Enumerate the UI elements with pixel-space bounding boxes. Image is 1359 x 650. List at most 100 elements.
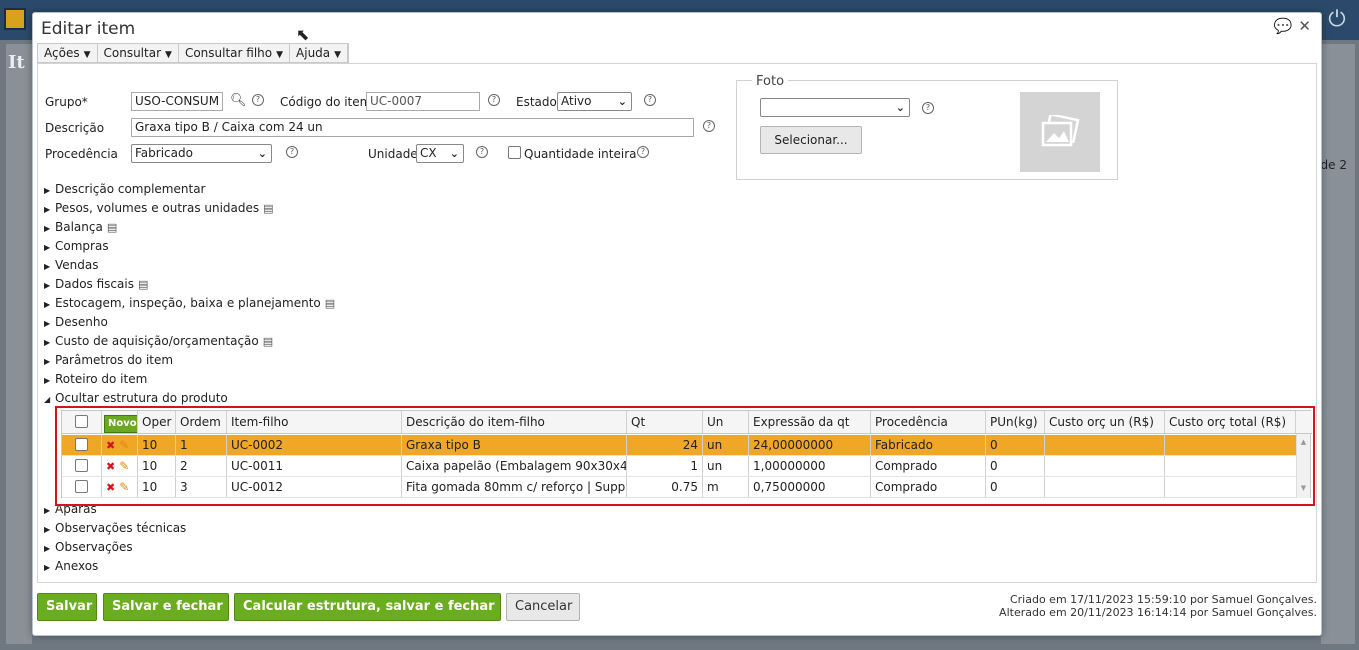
caret-right-icon: ▶ (44, 376, 51, 385)
table-row[interactable]: ✖ ✎ 10 3 UC-0012 Fita gomada 80mm c/ refo… (62, 477, 1298, 498)
row-checkbox-cell (62, 456, 102, 476)
search-icon[interactable]: 🔍︎ (230, 93, 247, 108)
menu-consultar[interactable]: Consultar ▼ (98, 44, 179, 62)
section-observacoes[interactable]: ▶ Observações (44, 540, 133, 554)
menu-ajuda[interactable]: Ajuda ▼ (290, 44, 349, 62)
section-dados-fiscais[interactable]: ▶ Dados fiscais ▤ (44, 277, 148, 291)
section-vendas[interactable]: ▶ Vendas (44, 258, 99, 272)
section-roteiro[interactable]: ▶ Roteiro do item (44, 372, 147, 386)
help-icon[interactable]: ? (644, 94, 656, 106)
salvar-fechar-button[interactable]: Salvar e fechar (103, 593, 229, 621)
grupo-input[interactable]: USO-CONSUM (131, 92, 223, 111)
cancelar-button[interactable]: Cancelar (506, 593, 580, 621)
table-row[interactable]: ✖ ✎ 10 1 UC-0002 Graxa tipo B 24 un 24,00… (62, 435, 1298, 456)
select-all-checkbox[interactable] (75, 415, 88, 428)
section-anexos[interactable]: ▶ Anexos (44, 559, 98, 573)
caret-right-icon: ▶ (44, 243, 51, 252)
section-balanca[interactable]: ▶ Balança ▤ (44, 220, 117, 234)
caret-down-icon: ▼ (334, 50, 342, 60)
procedencia-select[interactable]: Fabricado ⌄ (131, 144, 272, 163)
help-icon[interactable]: ? (637, 146, 649, 158)
cell-qt: 24 (627, 435, 703, 455)
col-procedencia[interactable]: Procedência (871, 411, 986, 433)
foto-select[interactable]: ⌄ (760, 98, 910, 117)
col-descricao[interactable]: Descrição do item-filho (402, 411, 627, 433)
close-icon[interactable]: ✕ (1298, 17, 1311, 35)
descricao-input[interactable]: Graxa tipo B / Caixa com 24 un (131, 118, 694, 137)
col-qt[interactable]: Qt (627, 411, 703, 433)
chevron-down-icon: ⌄ (617, 95, 627, 108)
estado-select[interactable]: Ativo ⌄ (557, 92, 632, 111)
section-pesos-volumes[interactable]: ▶ Pesos, volumes e outras unidades ▤ (44, 201, 274, 215)
pencil-icon[interactable]: ✎ (119, 459, 129, 473)
select-all-checkbox-cell (62, 411, 102, 433)
menu-acoes[interactable]: Ações ▼ (38, 44, 98, 62)
section-desenho[interactable]: ▶ Desenho (44, 315, 108, 329)
quantidade-inteira-checkbox[interactable] (508, 146, 521, 159)
caret-down-icon: ▼ (165, 50, 172, 60)
pencil-icon[interactable]: ✎ (119, 438, 129, 452)
dialog-content: Grupo* USO-CONSUM 🔍︎ ? Código do item UC… (37, 63, 1317, 583)
col-ordem[interactable]: Ordem (176, 411, 227, 433)
caret-right-icon: ▶ (44, 338, 51, 347)
help-icon[interactable]: ? (703, 120, 715, 132)
cell-oper: 10 (138, 477, 176, 497)
novo-button[interactable]: Novo (104, 415, 137, 433)
chevron-down-icon: ⌄ (895, 101, 905, 114)
cell-un: un (703, 435, 749, 455)
caret-right-icon: ▶ (44, 186, 51, 195)
section-estocagem[interactable]: ▶ Estocagem, inspeção, baixa e planejamen… (44, 296, 335, 310)
delete-icon[interactable]: ✖ (106, 439, 115, 452)
col-custo-total[interactable]: Custo orç total (R$) (1165, 411, 1296, 433)
scroll-up-icon[interactable]: ▲ (1297, 438, 1310, 446)
grid-header: Novo Oper Ordem Item-filho Descrição do … (62, 411, 1312, 434)
col-oper[interactable]: Oper (138, 411, 176, 433)
modified-info: Alterado em 20/11/2023 16:14:14 por Samu… (999, 606, 1317, 619)
codigo-input[interactable]: UC-0007 (366, 92, 480, 111)
pencil-icon[interactable]: ✎ (119, 480, 129, 494)
calcular-estrutura-button[interactable]: Calcular estrutura, salvar e fechar (234, 593, 501, 621)
help-icon[interactable]: ? (252, 94, 264, 106)
selecionar-button[interactable]: Selecionar... (760, 126, 862, 154)
col-un[interactable]: Un (703, 411, 749, 433)
row-checkbox[interactable] (75, 438, 88, 451)
row-checkbox[interactable] (75, 480, 88, 493)
cell-ordem: 2 (176, 456, 227, 476)
menu-consultar-filho[interactable]: Consultar filho ▼ (179, 44, 291, 62)
chevron-down-icon: ⌄ (257, 147, 267, 160)
row-checkbox-cell (62, 435, 102, 455)
help-icon[interactable]: ? (488, 94, 500, 106)
descricao-label: Descrição (45, 121, 105, 135)
help-icon[interactable]: ? (476, 146, 488, 158)
section-estrutura-produto[interactable]: ◢ Ocultar estrutura do produto (44, 391, 228, 405)
section-descricao-complementar[interactable]: ▶ Descrição complementar (44, 182, 205, 196)
document-icon: ▤ (324, 297, 336, 310)
row-checkbox[interactable] (75, 459, 88, 472)
cell-item: UC-0002 (227, 435, 402, 455)
section-parametros[interactable]: ▶ Parâmetros do item (44, 353, 173, 367)
scroll-down-icon[interactable]: ▼ (1297, 484, 1310, 492)
col-custo-un[interactable]: Custo orç un (R$) (1045, 411, 1165, 433)
section-observacoes-tecnicas[interactable]: ▶ Observações técnicas (44, 521, 186, 535)
chat-icon[interactable]: 💬 (1274, 17, 1293, 35)
cell-proc: Comprado (871, 477, 986, 497)
delete-icon[interactable]: ✖ (106, 460, 115, 473)
table-row[interactable]: ✖ ✎ 10 2 UC-0011 Caixa papelão (Embalagem… (62, 456, 1298, 477)
cell-pun: 0 (986, 456, 1045, 476)
dialog-controls: 💬 ✕ (1268, 17, 1311, 35)
document-icon: ▤ (137, 278, 149, 291)
estado-label: Estado (516, 95, 557, 109)
col-expressao[interactable]: Expressão da qt (749, 411, 871, 433)
delete-icon[interactable]: ✖ (106, 481, 115, 494)
grid-scrollbar[interactable]: ▲ ▼ (1296, 434, 1310, 498)
section-compras[interactable]: ▶ Compras (44, 239, 109, 253)
help-icon[interactable]: ? (286, 146, 298, 158)
power-icon[interactable]: ⏻ (1323, 6, 1351, 34)
salvar-button[interactable]: Salvar (37, 593, 97, 621)
col-item-filho[interactable]: Item-filho (227, 411, 402, 433)
grupo-label: Grupo* (45, 95, 88, 109)
section-custo-aquisicao[interactable]: ▶ Custo de aquisição/orçamentação ▤ (44, 334, 273, 348)
help-icon[interactable]: ? (922, 102, 934, 114)
unidade-select[interactable]: CX ⌄ (416, 144, 464, 163)
col-pun[interactable]: PUn(kg) (986, 411, 1045, 433)
